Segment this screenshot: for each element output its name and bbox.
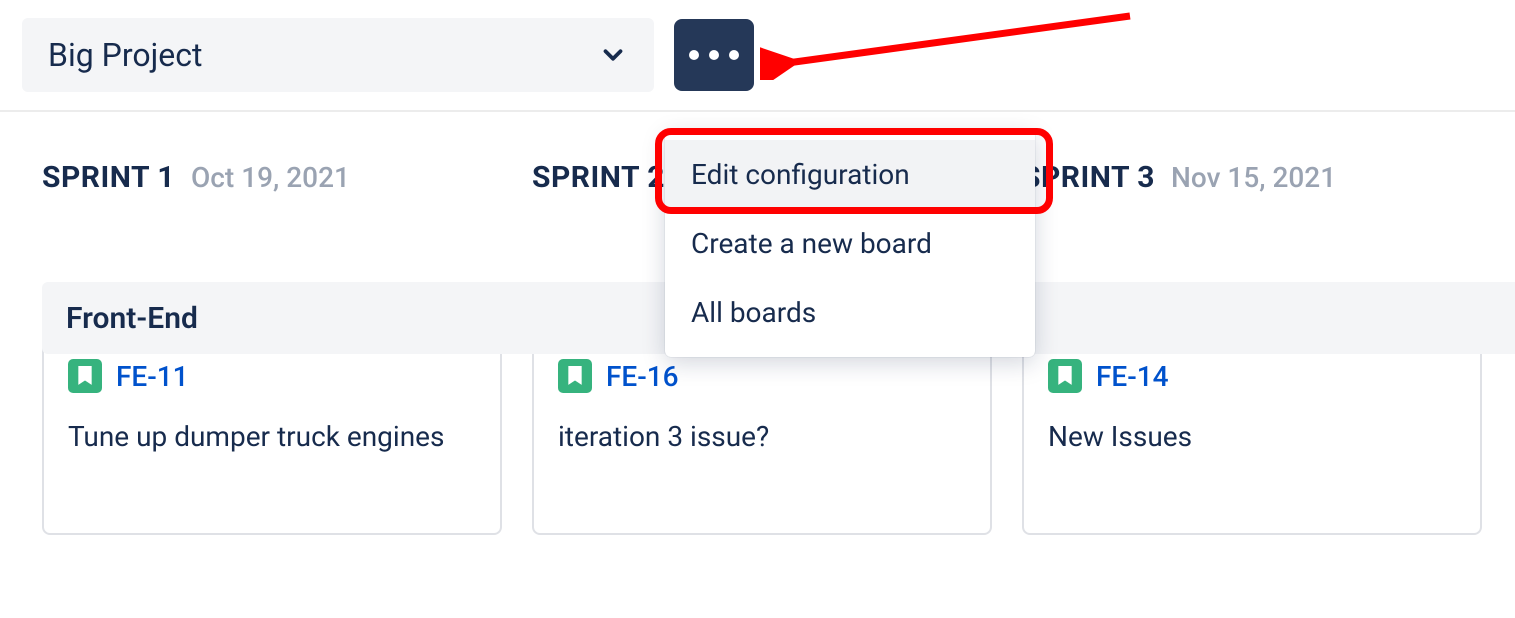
sprint-date: Oct 19, 2021	[191, 161, 350, 194]
more-icon	[689, 50, 739, 60]
story-icon	[1048, 359, 1082, 393]
story-icon	[68, 359, 102, 393]
menu-item-create-board[interactable]: Create a new board	[665, 209, 1035, 278]
board-options-menu: Edit configuration Create a new board Al…	[665, 130, 1035, 357]
story-icon	[558, 359, 592, 393]
group-label: Front-End	[66, 301, 198, 336]
issue-card[interactable]: FE-14 New Issues	[1022, 335, 1482, 535]
issue-summary: Tune up dumper truck engines	[68, 417, 476, 458]
more-options-button[interactable]	[674, 19, 754, 91]
chevron-down-icon	[598, 40, 628, 70]
sprint-date: Nov 15, 2021	[1171, 161, 1336, 194]
issue-key[interactable]: FE-16	[606, 360, 679, 393]
issue-summary: New Issues	[1048, 417, 1456, 458]
menu-item-label: All boards	[691, 296, 816, 329]
project-selector-label: Big Project	[48, 36, 202, 74]
sprint-header: SPRINT 1 Oct 19, 2021	[42, 160, 502, 195]
menu-item-label: Create a new board	[691, 227, 932, 260]
sprint-title: SPRINT 1	[42, 160, 175, 195]
menu-item-label: Edit configuration	[691, 158, 910, 191]
issue-card[interactable]: FE-16 iteration 3 issue?	[532, 335, 992, 535]
issue-key[interactable]: FE-11	[116, 360, 189, 393]
sprint-title: SPRINT 2	[532, 160, 665, 195]
menu-item-all-boards[interactable]: All boards	[665, 278, 1035, 347]
project-selector[interactable]: Big Project	[22, 18, 654, 92]
menu-item-edit-configuration[interactable]: Edit configuration	[665, 140, 1035, 209]
sprint-title: SPRINT 3	[1022, 160, 1155, 195]
sprint-header: SPRINT 3 Nov 15, 2021	[1022, 160, 1482, 195]
issue-card[interactable]: FE-11 Tune up dumper truck engines	[42, 335, 502, 535]
issue-key[interactable]: FE-14	[1096, 360, 1169, 393]
issue-summary: iteration 3 issue?	[558, 417, 966, 458]
